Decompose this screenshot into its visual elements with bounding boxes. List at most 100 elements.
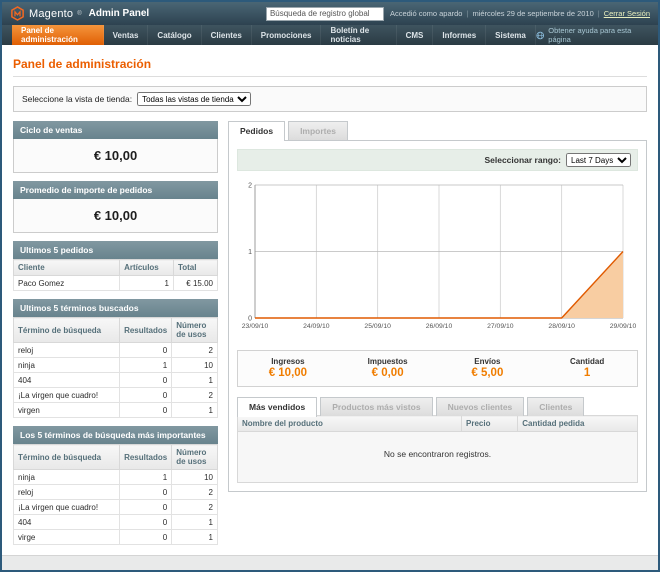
last-search-terms-table: Término de búsquedaResultadosNúmero de u… [13, 317, 218, 418]
column-header: Término de búsqueda [14, 318, 120, 343]
table-row[interactable]: reloj02 [14, 343, 218, 358]
table-row[interactable]: ¡La virgen que cuadro!02 [14, 500, 218, 515]
total-value: € 10,00 [238, 367, 338, 379]
total-value: € 5,00 [438, 367, 538, 379]
range-select[interactable]: Last 7 Days [566, 153, 631, 167]
last-search-terms-widget: Ultimos 5 términos buscados Término de b… [13, 299, 218, 418]
nav-item-promociones[interactable]: Promociones [252, 25, 322, 45]
table-cell: Paco Gomez [14, 276, 120, 291]
widget-title: Los 5 términos de búsqueda más important… [13, 426, 218, 444]
table-row[interactable]: virge01 [14, 530, 218, 545]
nav-item-cms[interactable]: CMS [397, 25, 434, 45]
table-cell: ninja [14, 470, 120, 485]
products-grid: Nombre del productoPrecioCantidad pedida… [237, 415, 638, 483]
nav-item-clientes[interactable]: Clientes [202, 25, 252, 45]
current-date: miércoles 29 de septiembre de 2010 [472, 9, 593, 18]
tab-pedidos[interactable]: Pedidos [228, 121, 285, 141]
footer-space [2, 556, 658, 570]
store-view-label: Seleccione la vista de tienda: [22, 94, 132, 104]
header-meta: Accedió como apardo | miércoles 29 de se… [390, 9, 650, 18]
store-view-select[interactable]: Todas las vistas de tienda [137, 92, 251, 106]
table-cell: 0 [120, 500, 172, 515]
global-search-input[interactable] [266, 7, 384, 21]
column-header: Número de usos [172, 318, 218, 343]
table-cell: virgen [14, 403, 120, 418]
total-label: Impuestos [338, 357, 438, 366]
table-cell: 404 [14, 515, 120, 530]
logout-link[interactable]: Cerrar Sesión [604, 9, 650, 18]
totals-row: Ingresos€ 10,00Impuestos€ 0,00Envíos€ 5,… [237, 350, 638, 387]
table-cell: 1 [172, 530, 218, 545]
store-view-selector-row: Seleccione la vista de tienda: Todas las… [13, 86, 647, 112]
page-title: Panel de administración [13, 53, 647, 77]
magento-logo-icon [10, 6, 25, 21]
table-row[interactable]: ¡La virgen que cuadro!02 [14, 388, 218, 403]
products-grid-header-row: Nombre del productoPrecioCantidad pedida [238, 416, 638, 432]
tab-m-s-vendidos[interactable]: Más vendidos [237, 397, 317, 417]
table-row[interactable]: 40401 [14, 373, 218, 388]
tab-productos-m-s-vistos[interactable]: Productos más vistos [320, 397, 432, 416]
page-help-link[interactable]: Obtener ayuda para esta página [536, 25, 658, 45]
tab-nuevos-clientes[interactable]: Nuevos clientes [436, 397, 525, 416]
table-cell: 0 [120, 403, 172, 418]
nav-item-ventas[interactable]: Ventas [104, 25, 149, 45]
table-cell: 2 [172, 388, 218, 403]
page-content: Panel de administración Seleccione la vi… [2, 45, 658, 556]
widget-title: Promedio de importe de pedidos [13, 181, 218, 199]
table-cell: 1 [172, 403, 218, 418]
lifetime-sales-widget: Ciclo de ventas € 10,00 [13, 121, 218, 173]
total-ingresos: Ingresos€ 10,00 [238, 357, 338, 379]
column-header: Resultados [120, 445, 172, 470]
x-tick-label: 27/09/10 [487, 323, 514, 330]
top-search-terms-widget: Los 5 términos de búsqueda más important… [13, 426, 218, 545]
meta-separator: | [598, 9, 600, 18]
table-cell: 2 [172, 500, 218, 515]
x-tick-label: 29/09/10 [610, 323, 637, 330]
dashboard-columns: Ciclo de ventas € 10,00 Promedio de impo… [13, 121, 647, 545]
nav-item-panel-de-administraci-n[interactable]: Panel de administración [12, 25, 104, 45]
orders-chart: 0 1 2 23/09/10 24/09/10 25/09/10 26/09/10 27/09… [237, 179, 637, 337]
total-cantidad: Cantidad1 [537, 357, 637, 379]
table-cell: 1 [172, 515, 218, 530]
table-row[interactable]: Paco Gomez1€ 15.00 [14, 276, 218, 291]
average-orders-value: € 10,00 [13, 199, 218, 233]
y-tick-label: 0 [248, 316, 252, 323]
average-orders-widget: Promedio de importe de pedidos € 10,00 [13, 181, 218, 233]
column-header: Resultados [120, 318, 172, 343]
y-tick-label: 2 [248, 183, 252, 190]
table-row[interactable]: ninja110 [14, 358, 218, 373]
table-cell: 0 [120, 515, 172, 530]
x-tick-label: 26/09/10 [426, 323, 453, 330]
column-header: Número de usos [172, 445, 218, 470]
column-header: Cliente [14, 260, 120, 276]
logged-in-text: Accedió como apardo [390, 9, 463, 18]
total-label: Envíos [438, 357, 538, 366]
lifetime-sales-value: € 10,00 [13, 139, 218, 173]
table-cell: 1 [120, 358, 172, 373]
table-row[interactable]: 40401 [14, 515, 218, 530]
widget-title: Ultimos 5 términos buscados [13, 299, 218, 317]
brand-name: Magento [29, 8, 73, 20]
y-tick-label: 1 [248, 249, 252, 256]
x-tick-label: 23/09/10 [242, 323, 269, 330]
total-impuestos: Impuestos€ 0,00 [338, 357, 438, 379]
meta-separator: | [466, 9, 468, 18]
header-bar: Magento ® Admin Panel Accedió como apard… [2, 2, 658, 25]
table-cell: 10 [172, 470, 218, 485]
tab-clientes[interactable]: Clientes [527, 397, 584, 416]
x-tick-label: 25/09/10 [364, 323, 391, 330]
column-header: Total [173, 260, 217, 276]
tab-importes[interactable]: Importes [288, 121, 348, 140]
nav-item-informes[interactable]: Informes [433, 25, 486, 45]
globe-help-icon [536, 31, 544, 40]
x-tick-label: 24/09/10 [303, 323, 330, 330]
table-row[interactable]: ninja110 [14, 470, 218, 485]
table-cell: virge [14, 530, 120, 545]
nav-item-sistema[interactable]: Sistema [486, 25, 536, 45]
total-label: Cantidad [537, 357, 637, 366]
brand-suffix: Admin Panel [89, 8, 150, 19]
table-row[interactable]: reloj02 [14, 485, 218, 500]
table-row[interactable]: virgen01 [14, 403, 218, 418]
nav-item-cat-logo[interactable]: Catálogo [148, 25, 201, 45]
nav-item-bolet-n-de-noticias[interactable]: Boletín de noticias [321, 25, 396, 45]
